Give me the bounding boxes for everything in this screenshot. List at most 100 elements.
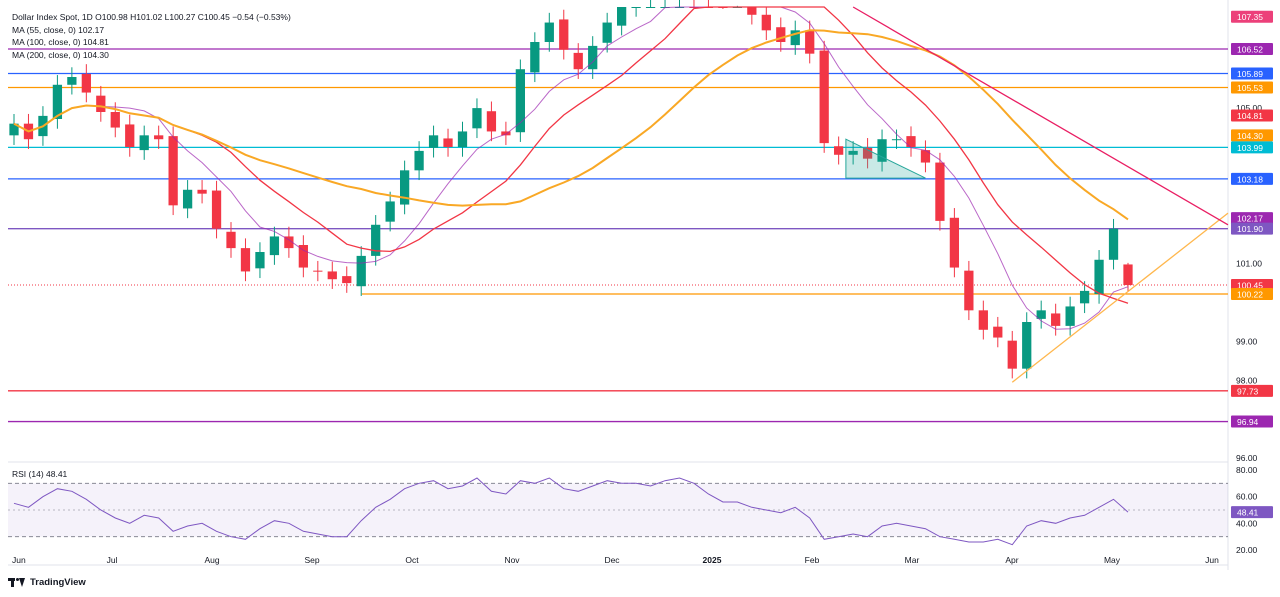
level-badge-label: 107.35 (1237, 12, 1263, 22)
candle-body (414, 150, 424, 171)
x-tick-label: Oct (405, 555, 419, 565)
candle-body (602, 22, 612, 43)
candle-body (993, 326, 1003, 338)
level-badge-label: 96.94 (1237, 417, 1259, 427)
x-tick-label: Jul (107, 555, 118, 565)
candle-body (428, 135, 439, 148)
candle-body (1007, 340, 1017, 369)
candle-body (747, 7, 757, 15)
candle-body (1065, 306, 1075, 326)
y-tick-label: 98.00 (1236, 375, 1258, 385)
candle-body (834, 146, 844, 155)
x-tick-label: 2025 (703, 555, 722, 565)
rsi-tick-label: 60.00 (1236, 492, 1258, 502)
tradingview-icon (8, 578, 26, 587)
candle-body (819, 50, 829, 144)
candle-body (226, 231, 236, 249)
x-tick-label: Mar (905, 555, 920, 565)
level-badge-label: 97.73 (1237, 386, 1259, 396)
candle-body (1022, 322, 1032, 369)
candle-body (631, 7, 641, 8)
y-tick-label: 101.00 (1236, 259, 1262, 269)
candle-body (457, 131, 468, 147)
y-tick-label: 99.00 (1236, 336, 1258, 346)
candle-body (182, 189, 193, 209)
support-trendline (1011, 212, 1229, 383)
level-badge-label: 106.52 (1237, 45, 1263, 55)
candle-body (1094, 259, 1104, 294)
legend-title: Dollar Index Spot, 1D O100.98 H101.02 L1… (12, 12, 291, 22)
chart-canvas: Jun Jul Aug Sep Oct Nov Dec 2025 Feb Mar Apr May Jun… (8, 0, 1273, 570)
legend-ma100: MA (100, close, 0) 104.81 (12, 37, 109, 48)
candle-body (197, 189, 207, 194)
candle-body (906, 136, 916, 147)
tradingview-text: TradingView (30, 577, 86, 588)
candle-body (81, 73, 91, 93)
candle-body (1123, 264, 1133, 286)
candle-body (645, 7, 656, 8)
candle-body (67, 77, 77, 85)
candle-body (154, 135, 164, 140)
rsi-tick-label: 40.00 (1236, 518, 1258, 528)
candle-body (805, 30, 815, 54)
level-badge-label: 102.17 (1237, 214, 1263, 224)
candle-body (443, 138, 453, 147)
candle-body (240, 248, 251, 272)
candle-body (891, 139, 902, 141)
candle-body (211, 190, 222, 229)
candle-body (559, 19, 569, 50)
candle-body (168, 136, 178, 206)
x-tick-label: Jun (12, 555, 26, 565)
candle-body (978, 310, 988, 330)
candle-body (255, 252, 265, 269)
candle-body (544, 22, 554, 42)
level-badge-label: 104.81 (1237, 111, 1263, 121)
candle-body (96, 95, 106, 112)
candle-body (530, 42, 540, 73)
x-tick-label: Jun (1205, 555, 1219, 565)
candle-body (139, 135, 149, 151)
resistance-trendline (852, 6, 1229, 226)
legend-ma200: MA (200, close, 0) 104.30 (12, 50, 109, 61)
tradingview-logo[interactable]: TradingView (8, 577, 86, 588)
candle-body (1079, 290, 1090, 304)
level-badge-label: 105.89 (1237, 69, 1263, 79)
level-badge-label: 100.22 (1237, 290, 1263, 300)
candle-body (313, 270, 323, 272)
rsi-legend: RSI (14) 48.41 (12, 469, 68, 479)
candle-body (399, 170, 410, 205)
level-badge-label: 104.30 (1237, 131, 1263, 141)
candle-body (110, 112, 120, 128)
candle-body (761, 14, 771, 31)
candle-body (1108, 228, 1119, 260)
x-tick-label: Nov (504, 555, 520, 565)
x-tick-label: Apr (1005, 555, 1018, 565)
candle-body (949, 217, 960, 268)
candle-body (935, 162, 945, 221)
rsi-tick-label: 20.00 (1236, 545, 1258, 555)
y-tick-label: 96.00 (1236, 453, 1258, 463)
rsi-tick-label: 80.00 (1236, 465, 1258, 475)
candle-body (486, 111, 497, 132)
x-tick-label: Sep (304, 555, 319, 565)
level-badge-label: 101.90 (1237, 224, 1263, 234)
candle-body (125, 124, 135, 147)
candle-body (617, 7, 627, 26)
rsi-value-label: 48.41 (1237, 508, 1259, 518)
x-tick-label: May (1104, 555, 1121, 565)
x-tick-label: Feb (805, 555, 820, 565)
candle-body (964, 270, 974, 311)
candle-body (342, 276, 352, 284)
level-badge-label: 103.18 (1237, 174, 1263, 184)
candle-body (269, 236, 280, 256)
candle-body (588, 45, 598, 70)
candle-body (1051, 313, 1061, 326)
x-tick-label: Dec (604, 555, 620, 565)
level-badge-label: 103.99 (1237, 143, 1263, 153)
candle-body (472, 108, 482, 129)
candle-body (356, 255, 366, 287)
x-tick-label: Aug (204, 555, 219, 565)
legend-ma55: MA (55, close, 0) 102.17 (12, 24, 105, 35)
candle-body (327, 271, 337, 280)
candle-body (573, 52, 583, 70)
